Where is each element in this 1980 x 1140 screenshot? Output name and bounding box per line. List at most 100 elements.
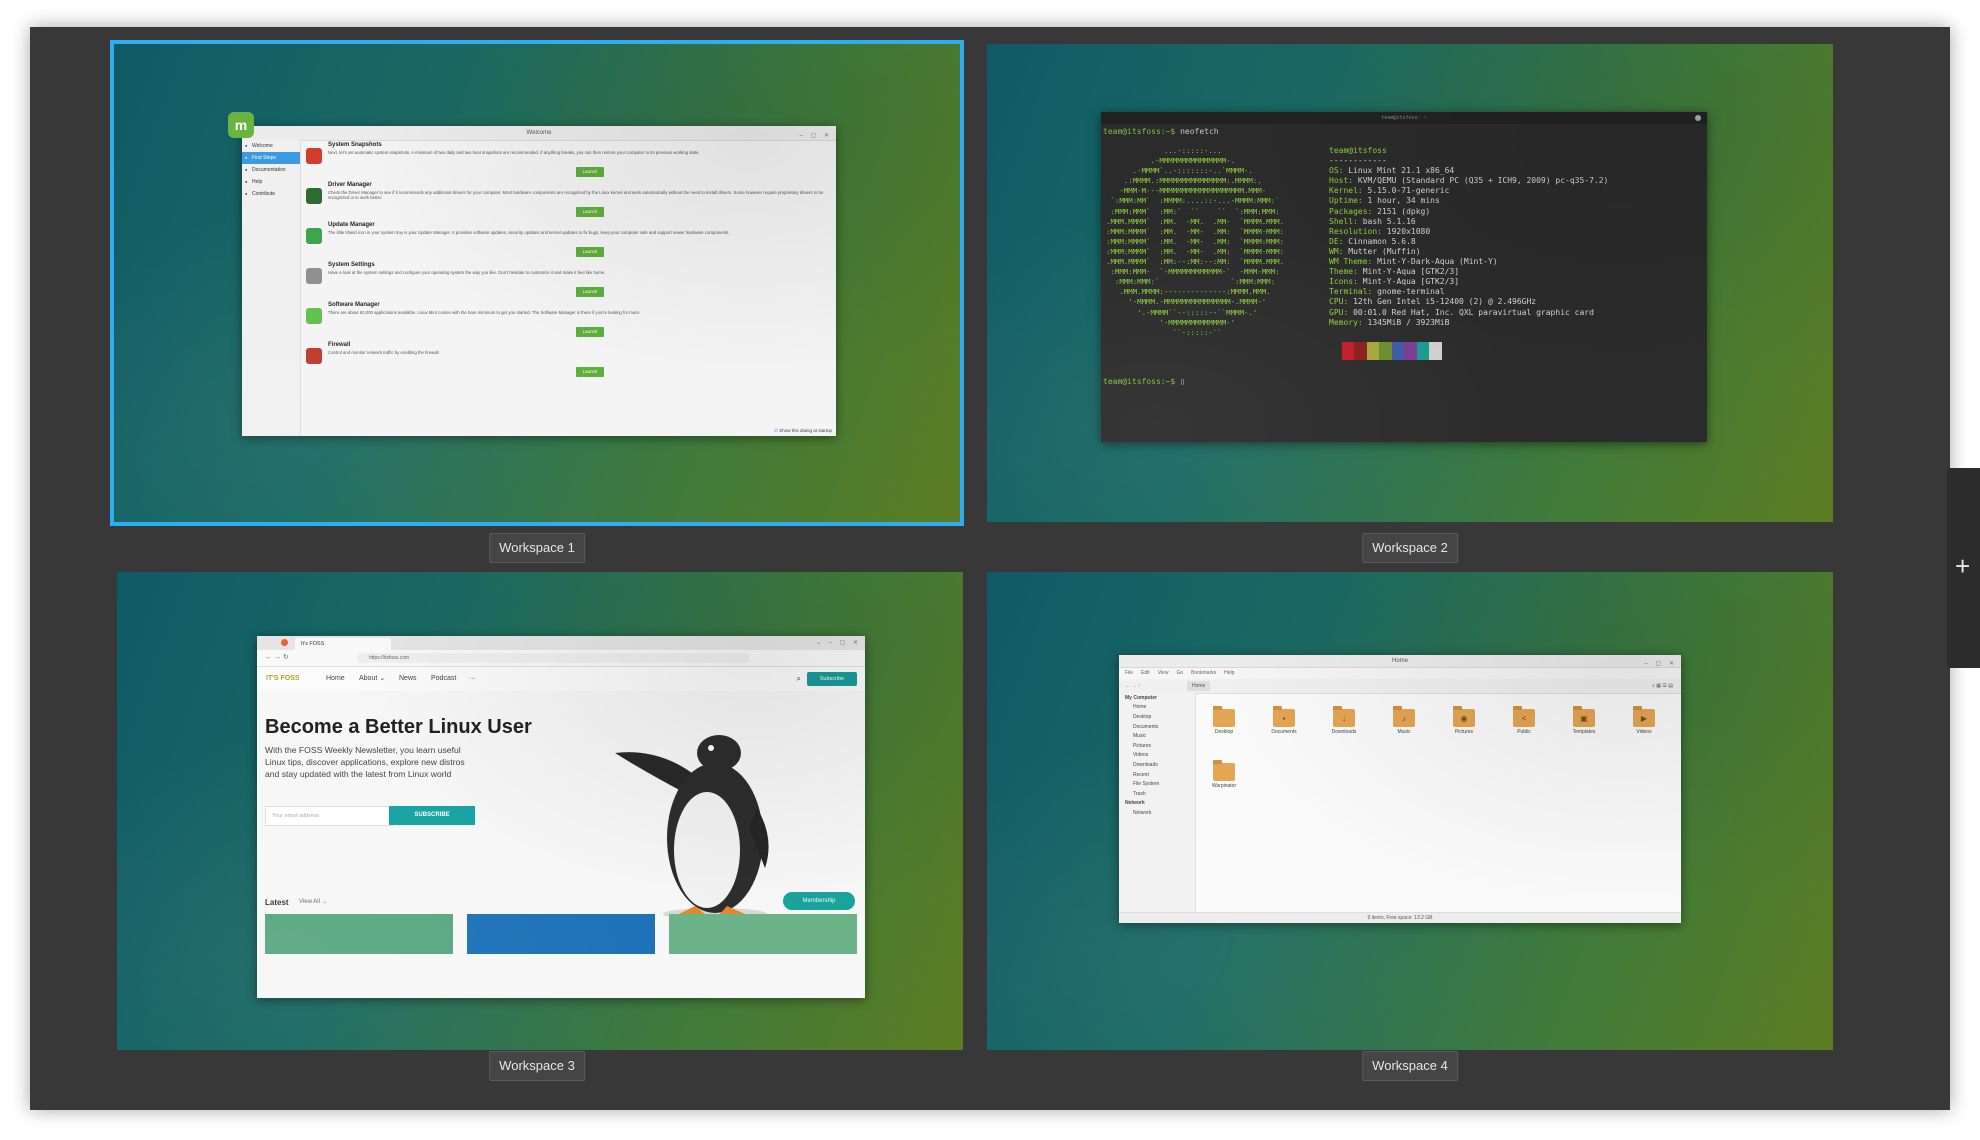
- menu-item[interactable]: File: [1125, 670, 1133, 676]
- launch-button[interactable]: Launch: [576, 247, 604, 257]
- sidebar-place[interactable]: Desktop: [1119, 712, 1195, 722]
- plus-icon: +: [1955, 551, 1971, 581]
- email-input[interactable]: Your email address: [265, 806, 393, 826]
- launch-button[interactable]: Launch: [576, 367, 604, 377]
- sidebar-place[interactable]: Downloads: [1119, 760, 1195, 770]
- mint-ascii-logo: ...-:::::-... .-MMMMMMMMMMMMMMM-. .-MMMM…: [1106, 146, 1284, 337]
- subscribe-button[interactable]: SUBSCRIBE: [389, 806, 475, 825]
- folder-item[interactable]: ↓ Downloads: [1319, 706, 1369, 735]
- launch-button[interactable]: Launch: [576, 167, 604, 177]
- app-icon: [306, 268, 322, 284]
- nav-podcast[interactable]: Podcast: [431, 667, 456, 691]
- workspace-4-label[interactable]: Workspace 4: [1362, 1051, 1458, 1081]
- show-at-startup-checkbox[interactable]: Show this dialog at startup: [774, 428, 832, 434]
- sidebar-item[interactable]: Documentation: [242, 164, 300, 176]
- view-toggle-icon[interactable]: ⌕ ▦ ☰ ▤: [1652, 679, 1673, 693]
- sidebar-place[interactable]: Network: [1119, 808, 1195, 818]
- info-key: Kernel:: [1329, 186, 1363, 196]
- nav-home[interactable]: Home: [326, 667, 345, 691]
- color-swatch: [1341, 342, 1354, 360]
- info-line: Shell: bash 5.1.16: [1329, 217, 1608, 227]
- sidebar-item[interactable]: First Steps: [242, 152, 300, 164]
- sidebar-place[interactable]: Videos: [1119, 751, 1195, 761]
- workspace-3-thumbnail[interactable]: It's FOSS ⌄ – ▢ ✕ ← → ↻ https://itsfoss.…: [117, 572, 963, 1050]
- files-toolbar: ← → ↑ Home ⌕ ▦ ☰ ▤: [1119, 679, 1681, 694]
- subscribe-nav-button[interactable]: Subscribe: [807, 672, 857, 686]
- nav-about[interactable]: About ⌄: [359, 667, 385, 691]
- menu-item[interactable]: Go: [1176, 670, 1183, 676]
- sidebar-place[interactable]: Music: [1119, 731, 1195, 741]
- firefox-window[interactable]: It's FOSS ⌄ – ▢ ✕ ← → ↻ https://itsfoss.…: [257, 636, 865, 998]
- sidebar-item[interactable]: Contribute: [242, 188, 300, 200]
- folder-item[interactable]: Desktop: [1199, 706, 1249, 735]
- folder-item[interactable]: ▣ Templates: [1559, 706, 1609, 735]
- terminal-window[interactable]: team@itsfoss: ~ team@itsfoss:~$ neofetch…: [1101, 112, 1707, 442]
- folder-item[interactable]: Warpinator: [1199, 760, 1249, 789]
- menu-item[interactable]: View: [1158, 670, 1169, 676]
- sidebar-item[interactable]: Welcome: [242, 140, 300, 152]
- welcome-window[interactable]: Welcome– ▢ ✕ WelcomeFirst StepsDocumenta…: [242, 126, 836, 436]
- menu-item[interactable]: Help: [1224, 670, 1234, 676]
- workspace-1-thumbnail[interactable]: m Welcome– ▢ ✕ WelcomeFirst StepsDocumen…: [110, 40, 964, 526]
- sidebar-place[interactable]: Home: [1119, 703, 1195, 713]
- color-swatch: [1354, 342, 1367, 360]
- terminal-prompt-line[interactable]: team@itsfoss:~$ ▯: [1103, 377, 1185, 386]
- folder-item[interactable]: ▪ Documents: [1259, 706, 1309, 735]
- folder-name: Templates: [1572, 729, 1596, 735]
- sidebar-item[interactable]: Help: [242, 176, 300, 188]
- info-key: OS:: [1329, 166, 1344, 176]
- tab-itsfoss[interactable]: It's FOSS: [295, 638, 391, 650]
- folder-item[interactable]: < Public: [1499, 706, 1549, 735]
- color-swatch: [1391, 342, 1404, 360]
- info-line: WM Theme: Mint-Y-Dark-Aqua (Mint-Y): [1329, 257, 1608, 267]
- workspace-2-thumbnail[interactable]: team@itsfoss: ~ team@itsfoss:~$ neofetch…: [987, 44, 1833, 522]
- info-line: Kernel: 5.15.0-71-generic: [1329, 186, 1608, 196]
- add-workspace-button[interactable]: +: [1947, 468, 1980, 668]
- location-button[interactable]: Home: [1187, 681, 1211, 691]
- file-manager-window[interactable]: Home – ▢ ✕ File Edit View Go Bookmarks Help ← …: [1119, 655, 1681, 923]
- itsfoss-logo[interactable]: IT'S FOSS: [266, 667, 300, 691]
- article-card[interactable]: [265, 914, 453, 954]
- info-value: Mint-Y-Aqua [GTK2/3]: [1357, 267, 1460, 277]
- membership-button[interactable]: Membership: [783, 892, 855, 910]
- sidebar-place[interactable]: Trash: [1119, 789, 1195, 799]
- app-icon: [306, 228, 322, 244]
- nav-more[interactable]: ···: [469, 667, 476, 691]
- back-icon[interactable]: ← → ↻: [265, 653, 289, 661]
- menu-item[interactable]: Edit: [1141, 670, 1150, 676]
- sidebar-place[interactable]: File System: [1119, 779, 1195, 789]
- nav-news[interactable]: News: [399, 667, 417, 691]
- menu-item[interactable]: Bookmarks: [1191, 670, 1216, 676]
- view-all-link[interactable]: View All →: [299, 899, 328, 905]
- launch-button[interactable]: Launch: [576, 327, 604, 337]
- sidebar-place[interactable]: Documents: [1119, 722, 1195, 732]
- info-value: Cinnamon 5.6.8: [1343, 236, 1416, 246]
- close-icon[interactable]: [1695, 115, 1701, 121]
- firefox-icon: [281, 639, 288, 646]
- sidebar-place[interactable]: Recent: [1119, 770, 1195, 780]
- workspace-1-label[interactable]: Workspace 1: [489, 533, 585, 563]
- info-value: Mutter (Muffin): [1343, 246, 1421, 256]
- folder-icon: <: [1513, 706, 1535, 727]
- terminal-command-line: team@itsfoss:~$ neofetch: [1103, 127, 1219, 136]
- search-icon[interactable]: ⌕: [797, 667, 801, 691]
- workspace-3-label[interactable]: Workspace 3: [489, 1051, 585, 1081]
- article-card[interactable]: [669, 914, 857, 954]
- app-icon: [306, 148, 322, 164]
- launch-button[interactable]: Launch: [576, 287, 604, 297]
- back-icon[interactable]: ← → ↑: [1125, 679, 1140, 693]
- article-card[interactable]: [467, 914, 655, 954]
- workspace-2-label[interactable]: Workspace 2: [1362, 533, 1458, 563]
- window-controls[interactable]: – ▢ ✕: [1645, 658, 1677, 670]
- workspace-4-thumbnail[interactable]: Home – ▢ ✕ File Edit View Go Bookmarks Help ← …: [987, 572, 1833, 1050]
- folder-item[interactable]: ◉ Pictures: [1439, 706, 1489, 735]
- launch-button[interactable]: Launch: [576, 207, 604, 217]
- info-key: Resolution:: [1329, 226, 1382, 236]
- info-line: OS: Linux Mint 21.1 x86_64: [1329, 166, 1608, 176]
- window-controls[interactable]: ⌄ – ▢ ✕: [816, 639, 861, 646]
- sidebar-place[interactable]: Pictures: [1119, 741, 1195, 751]
- welcome-item: Software Manager There are about 60,000 a…: [306, 302, 830, 342]
- url-bar[interactable]: https://itsfoss.com: [357, 653, 749, 663]
- folder-item[interactable]: ▶ Videos: [1619, 706, 1669, 735]
- folder-item[interactable]: ♪ Music: [1379, 706, 1429, 735]
